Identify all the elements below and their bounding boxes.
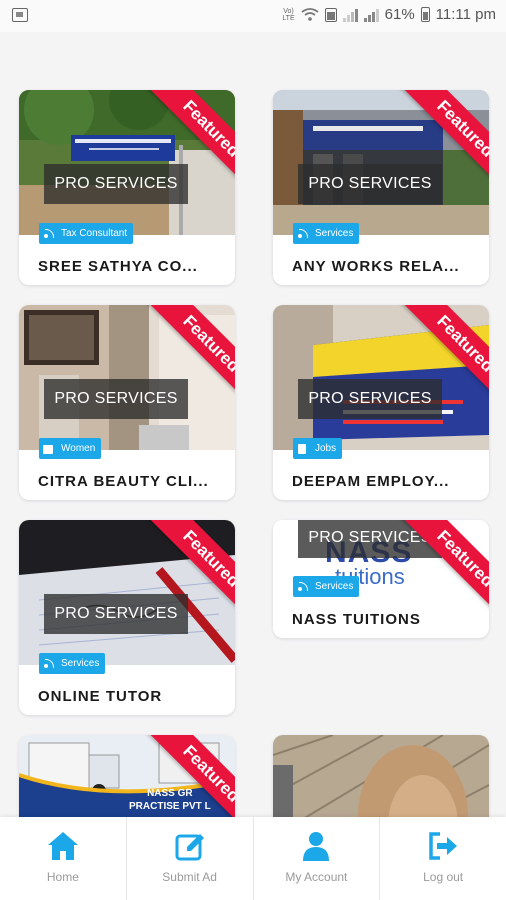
listing-title[interactable]: ANY WORKS RELA... [292,258,460,275]
category-label: Services [61,658,100,669]
category-tag[interactable]: Services [39,653,106,674]
category-label: Services [315,228,354,239]
listing-card[interactable]: PRO SERVICES Featured Women CITRA BEAUTY… [19,305,235,500]
volte-indicator: Vo) LTE [282,7,295,22]
category-tag[interactable]: Services [293,576,360,597]
pro-services-badge: PRO SERVICES [44,164,188,204]
rss-icon [43,228,54,239]
signal-icon-2 [363,8,379,22]
nav-label: Log out [423,870,464,884]
category-tag[interactable]: Tax Consultant [39,223,134,244]
nav-label: Submit Ad [162,870,217,884]
clock: 11:11 pm [435,6,496,23]
pro-services-badge: PRO SERVICES [298,164,442,204]
category-label: Jobs [315,443,337,454]
category-label: Services [315,581,354,592]
listing-card[interactable] [273,735,489,817]
gallery-notification-icon [12,8,28,22]
battery-percent: 61% [384,6,415,23]
shirt-icon [43,444,53,454]
rss-icon [43,658,54,669]
listing-image [19,305,235,450]
rss-icon [297,581,308,592]
listing-card[interactable]: PRO SERVICES Featured Services ONLINE TU… [19,520,235,715]
image-caption: NASS GR PRACTISE PVT L [129,788,211,812]
listing-title[interactable]: DEEPAM EMPLOY... [292,473,449,490]
user-icon [303,832,330,861]
listing-card[interactable]: PRO SERVICES Featured Jobs DEEPAM EMPLOY… [273,305,489,500]
category-label: Women [61,443,96,454]
category-tag[interactable]: Services [293,223,360,244]
listing-image [19,520,235,665]
signal-icon-1 [342,8,358,22]
listing-card[interactable]: NASS GR PRACTISE PVT L Featured [19,735,235,817]
nav-my-account[interactable]: My Account [254,817,381,900]
status-bar: Vo) LTE 61% 11:11 pm [0,0,506,32]
id-badge-icon [297,443,307,454]
listing-title[interactable]: ONLINE TUTOR [38,688,162,705]
bottom-navigation: Home Submit Ad My Account Log out [0,817,506,900]
category-tag[interactable]: Women [39,438,102,459]
listing-card[interactable]: PRO SERVICES Featured Services ANY WORKS… [273,90,489,285]
nav-log-out[interactable]: Log out [380,817,506,900]
logout-icon [429,832,458,860]
listing-card[interactable]: NASS tuitions PRO SERVICES Featured Serv… [273,520,489,638]
pro-services-badge: PRO SERVICES [44,379,188,419]
category-label: Tax Consultant [61,228,128,239]
home-icon [47,832,78,860]
nav-label: My Account [285,870,348,884]
status-indicators: Vo) LTE 61% 11:11 pm [282,6,496,23]
data-saver-icon [324,7,337,22]
listing-image [19,90,235,235]
edit-icon [175,834,204,861]
battery-icon [420,7,430,22]
pro-services-badge: PRO SERVICES [298,379,442,419]
pro-services-badge: PRO SERVICES [44,594,188,634]
rss-icon [297,228,308,239]
nav-label: Home [46,870,79,884]
category-tag[interactable]: Jobs [293,438,343,459]
listing-grid[interactable]: PRO SERVICES Featured Tax Consultant SRE… [0,32,506,817]
nav-home[interactable]: Home [0,817,127,900]
listing-image [273,735,489,817]
wifi-icon [301,7,319,21]
listing-title[interactable]: NASS TUITIONS [292,611,421,628]
listing-title[interactable]: SREE SATHYA CO... [38,258,198,275]
nav-submit-ad[interactable]: Submit Ad [127,817,254,900]
listing-image [273,90,489,235]
listing-image: NASS GR PRACTISE PVT L [19,735,235,817]
listing-image [273,305,489,450]
listing-title[interactable]: CITRA BEAUTY CLI... [38,473,209,490]
listing-card[interactable]: PRO SERVICES Featured Tax Consultant SRE… [19,90,235,285]
pro-services-badge: PRO SERVICES [298,520,442,558]
